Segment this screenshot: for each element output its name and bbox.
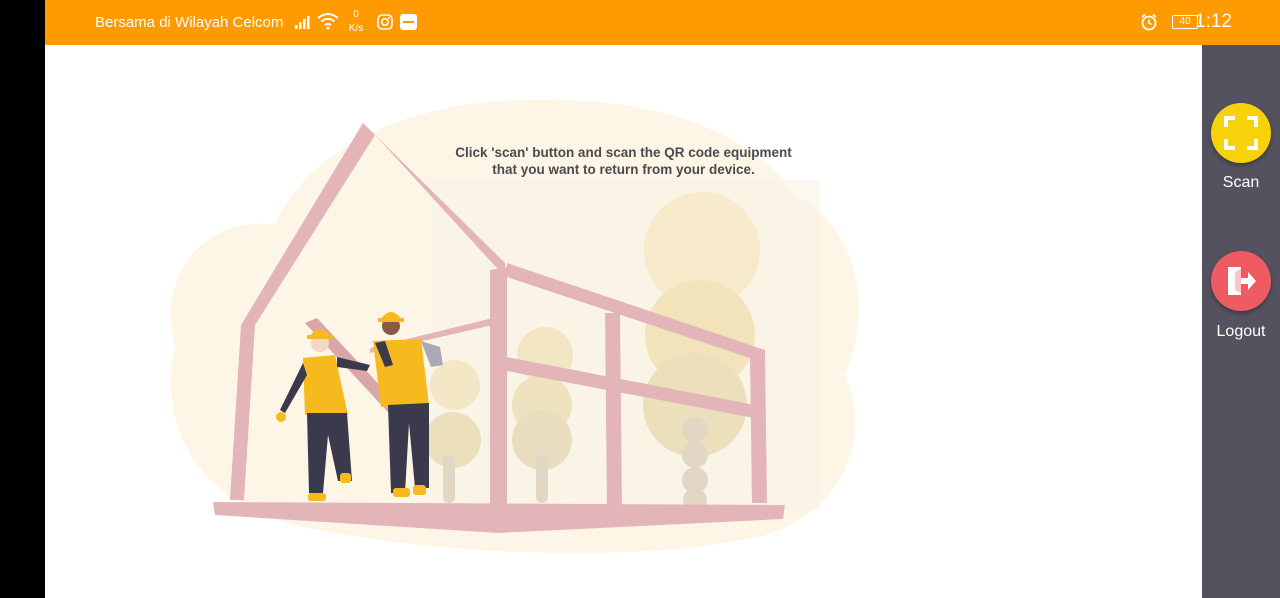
instagram-icon [377, 14, 393, 30]
screen-bezel [0, 0, 45, 598]
logout-button[interactable] [1211, 251, 1271, 311]
network-speed: 0 K/s [345, 8, 367, 36]
instruction-line-1: Click 'scan' button and scan the QR code… [455, 145, 792, 160]
logout-icon [1228, 267, 1256, 295]
scan-button[interactable] [1211, 103, 1271, 163]
signal-icon [295, 16, 310, 29]
instruction-line-2: that you want to return from your device… [492, 162, 755, 177]
alarm-icon [1141, 13, 1157, 31]
network-speed-value: 0 [353, 9, 359, 20]
construction-illustration [171, 99, 859, 554]
clock: 1:12 [1195, 11, 1232, 32]
main-content: Click 'scan' button and scan the QR code… [45, 45, 1202, 598]
instruction-text: Click 'scan' button and scan the QR code… [405, 144, 842, 178]
notification-app-icon [400, 14, 417, 30]
scan-frame-icon [1224, 116, 1258, 150]
network-speed-unit: K/s [348, 23, 364, 34]
wifi-icon [317, 13, 339, 30]
side-navigation-rail: Scan Logout [1202, 45, 1280, 598]
status-bar: Bersama di Wilayah Celcom 0 K/s 40 1:12 [45, 0, 1280, 45]
carrier-name: Bersama di Wilayah Celcom [95, 14, 284, 31]
logout-label[interactable]: Logout [1202, 323, 1280, 341]
scan-label[interactable]: Scan [1202, 174, 1280, 192]
